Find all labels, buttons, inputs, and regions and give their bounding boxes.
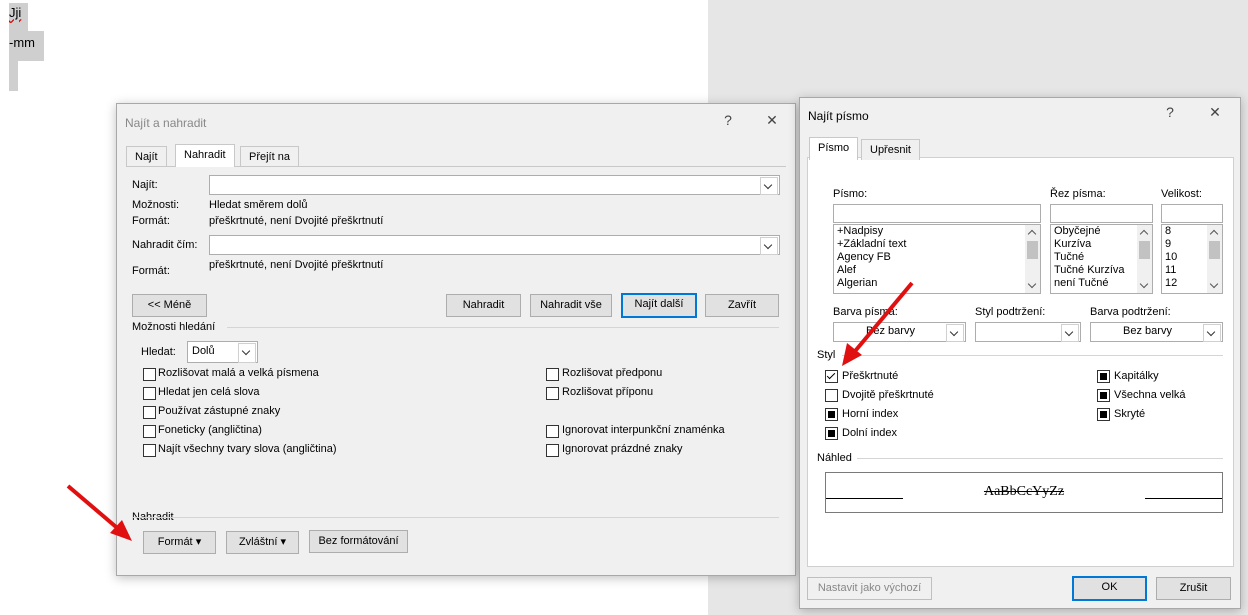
- tab-label: Nahradit: [184, 149, 226, 161]
- annotation-arrow: [842, 281, 914, 366]
- tab-label: Písmo: [818, 142, 850, 154]
- annotation-arrow: [66, 484, 132, 541]
- tab-font[interactable]: Písmo: [809, 137, 859, 160]
- annotation-arrows: [66, 281, 914, 541]
- tab-replace[interactable]: Nahradit: [175, 144, 235, 167]
